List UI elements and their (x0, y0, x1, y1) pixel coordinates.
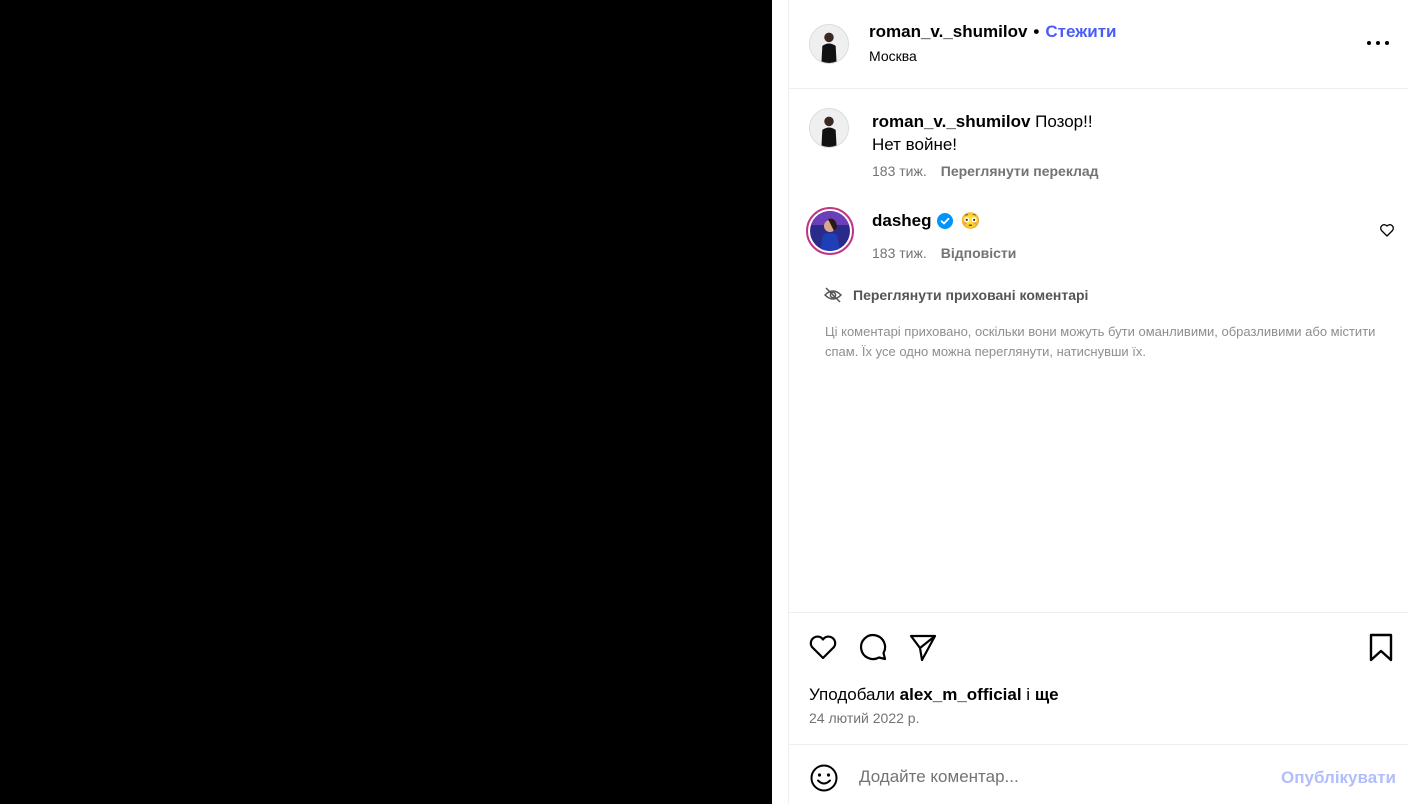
caption-time[interactable]: 183 тиж. (872, 163, 927, 179)
hidden-comments-note: Ці коментарі приховано, оскільки вони мо… (825, 324, 1376, 359)
likes-joiner: і (1026, 685, 1031, 704)
publish-button[interactable]: Опублікувати (1281, 768, 1396, 788)
author-avatar[interactable] (809, 24, 849, 64)
post-actions: Уподобали alex_m_official і ще 24 лютий … (789, 612, 1408, 745)
commenter-username[interactable]: dasheg (872, 211, 932, 231)
follow-button[interactable]: Стежити (1045, 22, 1116, 41)
header-username-row: roman_v._shumilov • Стежити (869, 22, 1116, 42)
view-hidden-comments-label: Переглянути приховані коментарі (853, 287, 1089, 303)
likes-more[interactable]: ще (1035, 685, 1059, 704)
eye-off-icon (823, 287, 843, 303)
like-comment-icon[interactable] (1379, 222, 1395, 238)
likes-summary: Уподобали alex_m_official і ще (809, 685, 1059, 705)
caption-meta: 183 тиж. Переглянути переклад (872, 163, 1099, 179)
more-options-icon[interactable] (1365, 30, 1391, 56)
caption-author-username[interactable]: roman_v._shumilov (872, 112, 1030, 131)
comment-header: dasheg 😳 (872, 211, 980, 231)
comment-icon[interactable] (857, 631, 889, 663)
likes-user[interactable]: alex_m_official (900, 685, 1022, 704)
view-hidden-comments-button[interactable]: Переглянути приховані коментарі (823, 285, 1088, 305)
post-header: roman_v._shumilov • Стежити Москва (789, 0, 1408, 89)
post-side-panel: roman_v._shumilov • Стежити Москва roman_v… (788, 0, 1408, 804)
add-comment-bar: Опублікувати (789, 744, 1408, 805)
caption-author-avatar[interactable] (809, 108, 849, 148)
comment-input[interactable] (859, 763, 1259, 791)
comment-emoji: 😳 (960, 213, 981, 230)
caption-line-2: Нет войне! (872, 135, 958, 154)
share-icon[interactable] (907, 631, 939, 663)
media-gap (772, 0, 788, 804)
post-date[interactable]: 24 лютий 2022 р. (809, 710, 919, 726)
post-location[interactable]: Москва (869, 48, 917, 64)
save-icon[interactable] (1365, 631, 1397, 663)
commenter-avatar[interactable] (806, 207, 854, 255)
comment-meta: 183 тиж. Відповісти (872, 245, 1016, 261)
caption-line-1: Позор!! (1035, 112, 1093, 131)
verified-badge-icon (936, 213, 953, 229)
comment-time[interactable]: 183 тиж. (872, 245, 927, 261)
reply-button[interactable]: Відповісти (941, 245, 1017, 261)
caption-text: roman_v._shumilov Позор!! Нет войне! (872, 110, 1372, 156)
see-translation-button[interactable]: Переглянути переклад (941, 163, 1099, 179)
post-media[interactable] (0, 0, 772, 804)
like-icon[interactable] (807, 631, 839, 663)
author-username[interactable]: roman_v._shumilov (869, 22, 1027, 41)
likes-prefix: Уподобали (809, 685, 895, 704)
separator-dot: • (1033, 22, 1040, 41)
emoji-picker-icon[interactable] (809, 763, 839, 793)
